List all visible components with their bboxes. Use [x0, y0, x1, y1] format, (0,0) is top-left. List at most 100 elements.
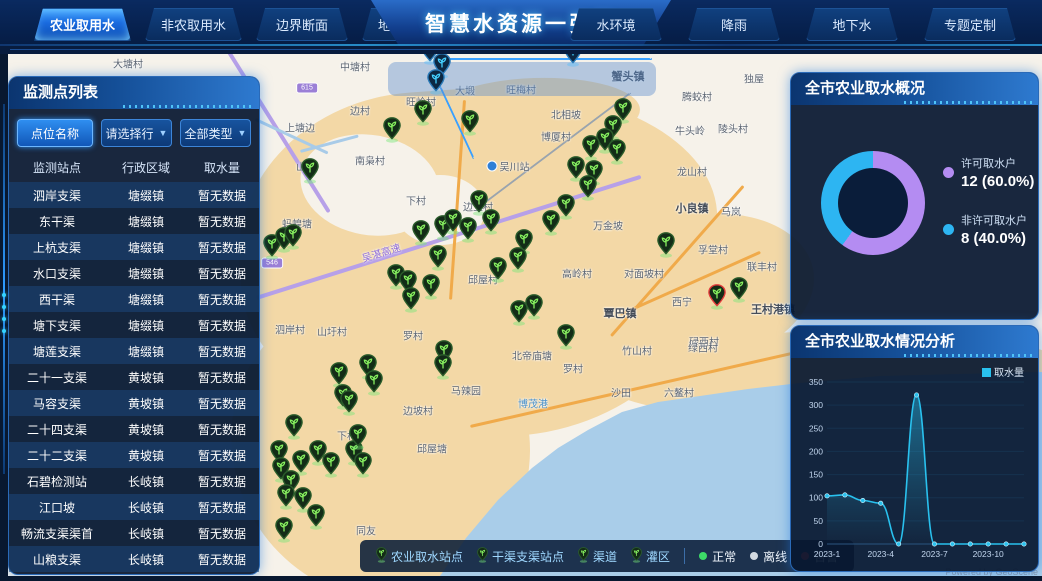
tab-left-2[interactable]: 边界断面 [256, 8, 348, 41]
table-row[interactable]: 二十二支渠黄坡镇暂无数据 [9, 442, 259, 468]
map-pin-green[interactable] [414, 100, 432, 131]
map-pin-green[interactable] [284, 224, 302, 255]
table-cell: 江口坡 [9, 499, 105, 516]
table-row[interactable]: 西干渠塘缀镇暂无数据 [9, 286, 259, 312]
tab-left-0[interactable]: 农业取用水 [34, 8, 131, 41]
map-pin-green[interactable] [322, 452, 340, 483]
tab-right-0[interactable]: 水环境 [570, 8, 662, 41]
map-pin-green[interactable] [365, 370, 383, 401]
map-place-label: 陵头村 [718, 121, 748, 136]
map-pin-green[interactable] [275, 517, 293, 548]
table-cell: 暂无数据 [187, 421, 257, 438]
water-intake-analysis-panel: 全市农业取水情况分析 0501001502002503003502023-120… [790, 325, 1039, 572]
map-place-label: 小良镇 [676, 200, 709, 216]
table-row[interactable]: 东干渠塘缀镇暂无数据 [9, 208, 259, 234]
map-pin-green[interactable] [349, 424, 367, 455]
map-pin-green[interactable] [542, 210, 560, 241]
legend-item-label: 灌区 [646, 548, 670, 565]
map-pin-green[interactable] [402, 287, 420, 318]
table-cell: 塘莲支渠 [9, 343, 105, 360]
map-pin-green[interactable] [383, 117, 401, 148]
road-number-badge: 615 [296, 83, 318, 94]
map-pin-green[interactable] [459, 217, 477, 248]
chevron-down-icon: ▼ [159, 128, 168, 138]
table-cell: 暂无数据 [187, 187, 257, 204]
panel-title: 全市农业取水情况分析 [791, 326, 1038, 358]
map-place-label: 边坡村 [403, 403, 433, 418]
status-dot-icon [750, 552, 758, 560]
point-name-button[interactable]: 点位名称 [17, 119, 93, 147]
svg-text:50: 50 [814, 516, 824, 526]
map-pin-blue[interactable] [564, 54, 582, 72]
map-pin-blue[interactable] [427, 69, 445, 100]
map-pin-green[interactable] [608, 139, 626, 170]
map-pin-alarm[interactable] [708, 284, 726, 315]
map-place-label: 山圩村 [317, 324, 347, 339]
map-pin-green[interactable] [301, 158, 319, 189]
region-select[interactable]: 请选择行 ▼ [101, 119, 172, 147]
table-cell: 长岐镇 [105, 473, 187, 490]
map-place-label: 上塘边 [285, 120, 315, 135]
map-pin-green[interactable] [557, 324, 575, 355]
legend-pin-icon [631, 547, 642, 566]
map-pin-green[interactable] [525, 294, 543, 325]
tab-right-3[interactable]: 专题定制 [924, 8, 1016, 41]
legend-item-label: 渠道 [593, 548, 617, 565]
table-cell: 暂无数据 [187, 239, 257, 256]
status-dot-icon [699, 552, 707, 560]
table-row[interactable]: 塘下支渠塘缀镇暂无数据 [9, 312, 259, 338]
type-select[interactable]: 全部类型 ▼ [180, 119, 251, 147]
map-pin-green[interactable] [482, 209, 500, 240]
map-place-label: 覃巴镇 [604, 305, 637, 321]
map-pin-green[interactable] [657, 232, 675, 263]
map-pin-green[interactable] [489, 257, 507, 288]
donut-legend-dot [943, 167, 954, 178]
table-row[interactable]: 水口支渠塘缀镇暂无数据 [9, 260, 259, 286]
table-cell: 暂无数据 [187, 551, 257, 568]
table-row[interactable]: 江口坡长岐镇暂无数据 [9, 494, 259, 520]
legend-item: 农业取水站点 [376, 547, 463, 566]
map-pin-green[interactable] [354, 452, 372, 483]
table-row[interactable]: 二十一支渠黄坡镇暂无数据 [9, 364, 259, 390]
left-frame [0, 54, 8, 581]
table-cell: 二十一支渠 [9, 369, 105, 386]
map-place-label: 吴川站 [487, 159, 530, 174]
map-pin-green[interactable] [579, 175, 597, 206]
map-place-label: 大塘村 [113, 56, 143, 71]
table-row[interactable]: 二十四支渠黄坡镇暂无数据 [9, 416, 259, 442]
table-row[interactable]: 山粮支渠长岐镇暂无数据 [9, 546, 259, 572]
map-place-label: 南枭村 [355, 153, 385, 168]
donut-chart [821, 151, 925, 255]
tab-left-1[interactable]: 非农取用水 [145, 8, 242, 41]
map-pin-green[interactable] [429, 245, 447, 276]
table-cell: 山粮支渠 [9, 551, 105, 568]
table-row[interactable]: 塘莲支渠塘缀镇暂无数据 [9, 338, 259, 364]
map-pin-green[interactable] [509, 247, 527, 278]
table-row[interactable]: 石碧检测站长岐镇暂无数据 [9, 468, 259, 494]
tab-right-2[interactable]: 地下水 [806, 8, 898, 41]
table-cell: 暂无数据 [187, 395, 257, 412]
map-pin-green[interactable] [422, 274, 440, 305]
table-row[interactable]: 泗岸支渠塘缀镇暂无数据 [9, 182, 259, 208]
donut-legend-label: 非许可取水户 [961, 212, 1034, 228]
map-pin-green[interactable] [412, 220, 430, 251]
table-row[interactable]: 上杭支渠塘缀镇暂无数据 [9, 234, 259, 260]
table-cell: 泗岸支渠 [9, 187, 105, 204]
table-cell: 暂无数据 [187, 473, 257, 490]
map-pin-green[interactable] [307, 504, 325, 535]
map-pin-green[interactable] [340, 390, 358, 421]
table-cell: 黄坡镇 [105, 447, 187, 464]
map-pin-green[interactable] [277, 484, 295, 515]
map-pin-green[interactable] [730, 277, 748, 308]
legend-item-label: 干渠支渠站点 [492, 548, 564, 565]
table-row[interactable]: 畅流支渠渠首长岐镇暂无数据 [9, 520, 259, 546]
map-pin-green[interactable] [434, 354, 452, 385]
map-pin-green[interactable] [461, 110, 479, 141]
table-cell: 二十四支渠 [9, 421, 105, 438]
tab-right-1[interactable]: 降雨 [688, 8, 780, 41]
line-chart: 0501001502002503003502023-12023-42023-72… [797, 362, 1032, 562]
region-select-value: 请选择行 [106, 125, 154, 142]
table-cell: 石碧检测站 [9, 473, 105, 490]
table-row[interactable]: 马容支渠黄坡镇暂无数据 [9, 390, 259, 416]
table-cell: 塘缀镇 [105, 343, 187, 360]
